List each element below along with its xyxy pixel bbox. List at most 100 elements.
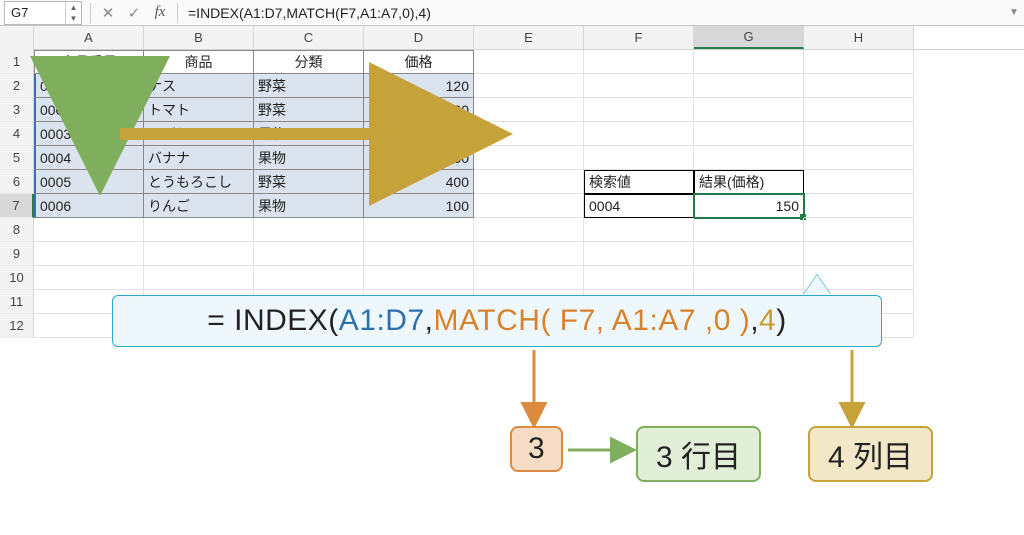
cell[interactable] — [474, 50, 584, 74]
cell[interactable] — [34, 266, 144, 290]
cell[interactable]: バナナ — [144, 146, 254, 170]
cell[interactable]: 野菜 — [254, 170, 364, 194]
cell[interactable] — [804, 50, 914, 74]
cell[interactable]: 果物 — [254, 122, 364, 146]
cell[interactable] — [804, 122, 914, 146]
cell[interactable] — [584, 146, 694, 170]
cell[interactable] — [804, 146, 914, 170]
cell[interactable]: 0001 — [34, 74, 144, 98]
row-header[interactable]: 11 — [0, 290, 34, 314]
cell[interactable] — [584, 122, 694, 146]
cell[interactable]: 0003 — [34, 122, 144, 146]
cell[interactable]: 野菜 — [254, 74, 364, 98]
cell[interactable]: 100 — [364, 194, 474, 218]
cell[interactable]: 0005 — [34, 170, 144, 194]
col-header[interactable]: E — [474, 26, 584, 49]
stepper-up-icon[interactable]: ▲ — [65, 2, 81, 13]
cell[interactable] — [254, 218, 364, 242]
cancel-icon[interactable]: ✕ — [97, 2, 119, 24]
cell[interactable] — [474, 194, 584, 218]
cell[interactable] — [144, 266, 254, 290]
row-header[interactable]: 3 — [0, 98, 34, 122]
cell[interactable] — [804, 98, 914, 122]
cell[interactable] — [804, 218, 914, 242]
cell[interactable] — [804, 242, 914, 266]
cell[interactable] — [34, 218, 144, 242]
name-box-stepper[interactable]: ▲ ▼ — [65, 2, 81, 24]
cell[interactable] — [34, 242, 144, 266]
cell[interactable]: 0004 — [34, 146, 144, 170]
cell[interactable]: りんご — [144, 194, 254, 218]
cell[interactable]: 0004 — [584, 194, 694, 218]
cell[interactable] — [584, 50, 694, 74]
cell[interactable] — [364, 242, 474, 266]
row-header[interactable]: 9 — [0, 242, 34, 266]
cell[interactable] — [694, 50, 804, 74]
formula-bar-input[interactable]: =INDEX(A1:D7,MATCH(F7,A1:A7,0),4) — [182, 5, 1004, 21]
cell[interactable]: ナス — [144, 74, 254, 98]
cell[interactable]: 0002 — [34, 98, 144, 122]
row-header[interactable]: 1 — [0, 50, 34, 74]
cell[interactable] — [474, 74, 584, 98]
col-header[interactable]: H — [804, 26, 914, 49]
name-box[interactable]: G7 ▲ ▼ — [4, 1, 82, 25]
cell[interactable]: 500 — [364, 122, 474, 146]
cell[interactable] — [804, 194, 914, 218]
col-header[interactable]: B — [144, 26, 254, 49]
cell[interactable] — [364, 218, 474, 242]
cell[interactable] — [254, 266, 364, 290]
cell[interactable] — [474, 98, 584, 122]
cell[interactable]: 150 — [364, 146, 474, 170]
cell[interactable]: 果物 — [254, 194, 364, 218]
spreadsheet-grid[interactable]: A B C D E F G H 1 商品番号 商品 分類 価格 2 0001 ナ… — [0, 26, 1024, 338]
col-header[interactable]: F — [584, 26, 694, 49]
cell[interactable]: とうもろこし — [144, 170, 254, 194]
cell[interactable]: 野菜 — [254, 98, 364, 122]
col-header[interactable]: C — [254, 26, 364, 49]
cell[interactable] — [694, 242, 804, 266]
cell[interactable] — [364, 266, 474, 290]
row-header[interactable]: 8 — [0, 218, 34, 242]
cell[interactable] — [804, 170, 914, 194]
cell[interactable]: 結果(価格) — [694, 170, 804, 194]
confirm-icon[interactable]: ✓ — [123, 2, 145, 24]
cell[interactable] — [694, 218, 804, 242]
cell[interactable]: 80 — [364, 98, 474, 122]
cell[interactable] — [144, 218, 254, 242]
cell[interactable] — [144, 242, 254, 266]
row-header[interactable]: 7 — [0, 194, 34, 218]
stepper-down-icon[interactable]: ▼ — [65, 13, 81, 24]
cell[interactable]: 商品番号 — [34, 50, 144, 74]
cell[interactable]: 分類 — [254, 50, 364, 74]
row-header[interactable]: 2 — [0, 74, 34, 98]
cell[interactable] — [474, 170, 584, 194]
row-header[interactable]: 5 — [0, 146, 34, 170]
cell[interactable] — [694, 122, 804, 146]
cell[interactable]: 果物 — [254, 146, 364, 170]
cell[interactable] — [694, 74, 804, 98]
col-header[interactable]: G — [694, 26, 804, 49]
fx-icon[interactable]: fx — [149, 2, 171, 24]
cell[interactable] — [584, 218, 694, 242]
cell[interactable] — [584, 266, 694, 290]
cell[interactable]: 商品 — [144, 50, 254, 74]
cell[interactable]: 0006 — [34, 194, 144, 218]
cell[interactable]: 検索値 — [584, 170, 694, 194]
cell[interactable] — [474, 122, 584, 146]
cell[interactable] — [254, 242, 364, 266]
cell[interactable] — [474, 218, 584, 242]
cell[interactable]: 400 — [364, 170, 474, 194]
row-header[interactable]: 10 — [0, 266, 34, 290]
cell[interactable] — [584, 98, 694, 122]
cell[interactable]: トマト — [144, 98, 254, 122]
cell[interactable] — [474, 266, 584, 290]
formula-bar-expand-icon[interactable]: ▼ — [1004, 7, 1024, 18]
cell[interactable]: 120 — [364, 74, 474, 98]
cell[interactable] — [584, 74, 694, 98]
row-header[interactable]: 6 — [0, 170, 34, 194]
cell[interactable] — [584, 242, 694, 266]
select-all-corner[interactable] — [0, 26, 34, 50]
col-header[interactable]: A — [34, 26, 144, 49]
row-header[interactable]: 12 — [0, 314, 34, 338]
row-header[interactable]: 4 — [0, 122, 34, 146]
